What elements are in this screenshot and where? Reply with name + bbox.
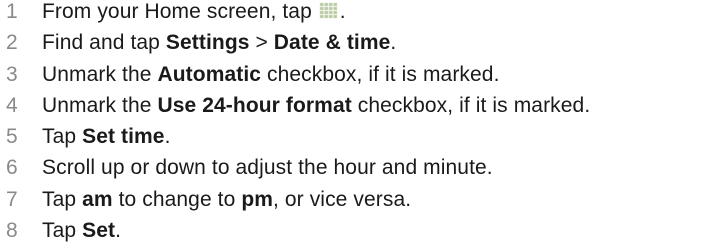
step-3: 3 Unmark the Automatic checkbox, if it i… (0, 59, 727, 90)
step-text-part: , or vice versa. (273, 187, 412, 211)
step-number: 1 (6, 0, 18, 23)
step-1: 1 From your Home screen, tap . (0, 0, 727, 27)
ui-term: Set (82, 218, 116, 242)
step-2: 2 Find and tap Settings > Date & time. (0, 27, 727, 58)
step-6: 6 Scroll up or down to adjust the hour a… (0, 152, 727, 183)
step-4: 4 Unmark the Use 24-hour format checkbox… (0, 90, 727, 121)
step-text: Scroll up or down to adjust the hour and… (42, 152, 493, 183)
step-number: 3 (6, 62, 18, 86)
ui-term: Date & time (273, 31, 391, 55)
step-number: 2 (6, 31, 18, 55)
ui-term: Use 24-hour format (157, 93, 352, 117)
step-text: Find and tap Settings > Date & time. (42, 27, 396, 58)
instruction-steps: 1 From your Home screen, tap . 2 Find an… (0, 0, 727, 246)
step-text: Unmark the Use 24-hour format checkbox, … (42, 90, 590, 121)
step-text-part: . (164, 125, 171, 148)
app-grid-icon (319, 2, 338, 19)
step-text: Tap am to change to pm, or vice versa. (42, 184, 411, 215)
step-text-part: From your Home screen, tap (42, 0, 318, 23)
step-text-part: Unmark the (42, 93, 158, 117)
step-text: Tap Set time. (42, 121, 171, 152)
step-text: From your Home screen, tap . (42, 0, 346, 27)
step-8: 8 Tap Set. (0, 215, 727, 246)
ui-term: pm (241, 187, 274, 211)
step-text: Tap Set. (42, 215, 121, 246)
step-number: 6 (6, 156, 18, 180)
step-7: 7 Tap am to change to pm, or vice versa. (0, 184, 727, 215)
step-text-part: to change to (112, 187, 242, 211)
step-text-part: . (390, 31, 397, 55)
step-text-part: Unmark the (42, 62, 158, 86)
step-number: 8 (6, 218, 18, 242)
step-5: 5 Tap Set time. (0, 121, 727, 152)
ui-term: Settings (165, 31, 250, 55)
step-text-part: Find and tap (42, 31, 166, 55)
step-text-part: . (339, 0, 346, 23)
step-number: 5 (6, 125, 18, 148)
step-text: Unmark the Automatic checkbox, if it is … (42, 59, 500, 90)
step-number: 4 (6, 93, 18, 117)
ui-term: Set time (82, 125, 165, 148)
step-text-part: checkbox, if it is marked. (351, 93, 591, 117)
step-text-part: Scroll up or down to adjust the hour and… (42, 156, 493, 180)
step-text-part: Tap (42, 218, 83, 242)
step-text-part: Tap (42, 187, 83, 211)
step-text-part: Tap (42, 125, 83, 148)
step-text-part: checkbox, if it is marked. (261, 62, 500, 86)
ui-term: Automatic (157, 62, 262, 86)
step-text-part: > (249, 31, 274, 55)
ui-term: am (82, 187, 113, 211)
step-text-part: . (115, 218, 122, 242)
step-number: 7 (6, 187, 18, 211)
